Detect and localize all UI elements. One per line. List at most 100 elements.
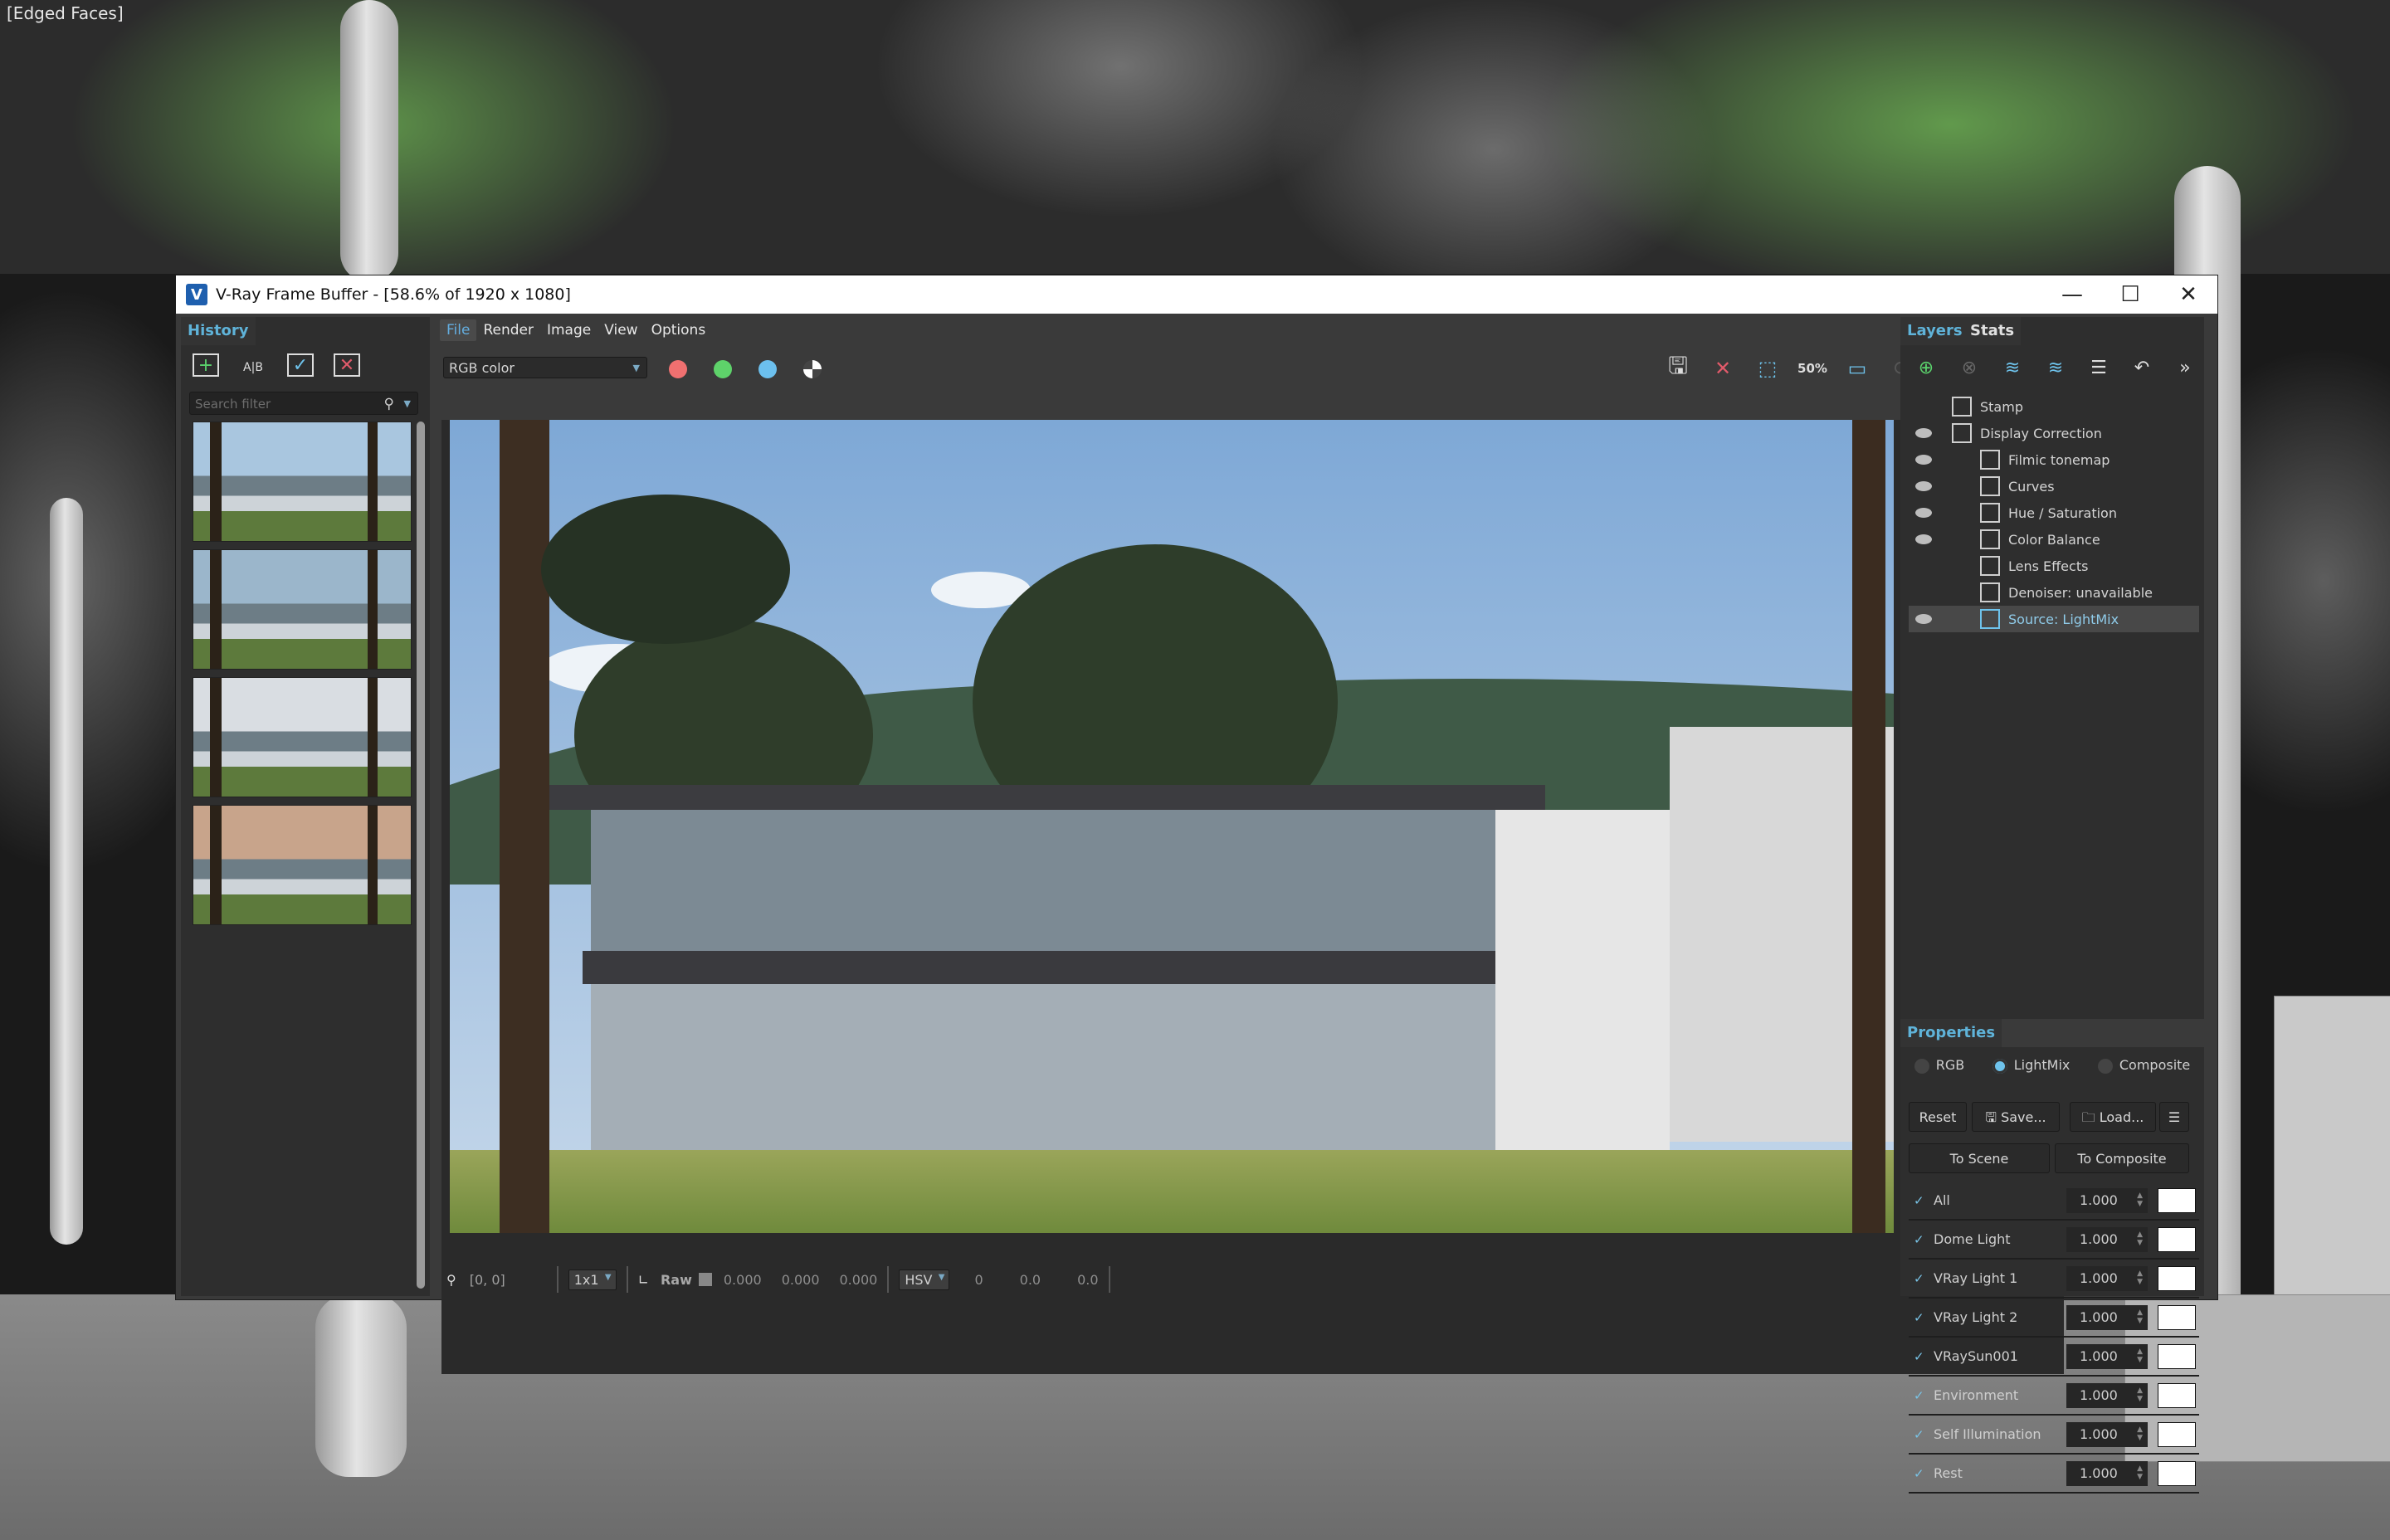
layer-item[interactable]: Lens Effects [1909,553,2199,579]
layer-list-icon[interactable]: ☰ [2085,353,2113,382]
search-icon[interactable]: ⚲ [384,392,394,416]
close-button[interactable]: ✕ [2159,275,2217,314]
save-image-icon[interactable]: 🖫 [1661,352,1695,385]
light-intensity-input[interactable]: 1.000 ▲ ▼ [2066,1304,2148,1330]
viewport-label[interactable]: [Edged Faces] [7,3,124,23]
region-render-icon[interactable]: ⬚ [1751,352,1784,385]
light-enabled-checkbox[interactable]: ✓ [1914,1233,1927,1246]
load-layers-icon[interactable]: ≋ [2041,353,2070,382]
remove-history-icon[interactable]: ✕ [334,353,360,377]
menu-image[interactable]: Image [540,319,598,341]
tab-properties[interactable]: Properties [1900,1019,2002,1047]
follow-mouse-icon[interactable]: ▭ [1841,352,1874,385]
tab-layers[interactable]: Layers [1900,317,1969,345]
light-intensity-input[interactable]: 1.000 ▲ ▼ [2066,1382,2148,1408]
history-thumbnail-1[interactable] [193,422,412,542]
radio-icon[interactable] [2097,1058,2113,1074]
radio-icon[interactable] [1914,1058,1929,1074]
mode-radio-composite[interactable]: Composite [2097,1057,2190,1074]
chevron-down-icon[interactable]: ▼ [404,392,411,416]
eye-icon[interactable] [1915,455,1932,465]
light-color-swatch[interactable] [2158,1265,2196,1291]
light-enabled-checkbox[interactable]: ✓ [1914,1428,1927,1441]
light-enabled-checkbox[interactable]: ✓ [1914,1311,1927,1324]
history-search-input[interactable]: Search filter ⚲ ▼ [189,392,418,415]
spinner-icon[interactable]: ▲ ▼ [2137,1464,2143,1481]
clear-image-icon[interactable]: ✕ [1706,352,1739,385]
color-correction-icon[interactable]: ∟ [638,1272,649,1288]
history-thumbnail-3[interactable] [193,677,412,797]
light-color-swatch[interactable] [2158,1421,2196,1447]
menu-file[interactable]: File [440,319,477,341]
add-to-history-icon[interactable]: + [193,353,219,377]
light-enabled-checkbox[interactable]: ✓ [1914,1389,1927,1402]
layer-item[interactable]: Color Balance [1909,526,2199,553]
load-button[interactable]: 🗀 Load... [2070,1102,2156,1132]
rendered-image[interactable] [450,420,1894,1233]
save-button[interactable]: 🖫 Save... [1972,1102,2060,1132]
add-layer-icon[interactable]: ⊕ [1912,353,1940,382]
spinner-icon[interactable]: ▲ ▼ [2137,1309,2143,1325]
undo-icon[interactable]: ↶ [2128,353,2156,382]
eye-icon[interactable] [1915,481,1932,491]
alpha-channel-toggle[interactable] [803,360,822,378]
light-color-swatch[interactable] [2158,1460,2196,1486]
radio-icon[interactable] [1992,1058,2007,1074]
green-channel-toggle[interactable] [714,360,732,378]
zoom-level-button[interactable]: 50% [1796,352,1829,385]
layer-item[interactable]: Denoiser: unavailable [1909,579,2199,606]
blue-channel-toggle[interactable] [758,360,777,378]
light-enabled-checkbox[interactable]: ✓ [1914,1350,1927,1363]
light-intensity-input[interactable]: 1.000 ▲ ▼ [2066,1265,2148,1291]
spinner-icon[interactable]: ▲ ▼ [2137,1386,2143,1403]
expand-panel-icon[interactable]: » [2171,353,2199,382]
save-layers-icon[interactable]: ≋ [1998,353,2027,382]
light-enabled-checkbox[interactable]: ✓ [1914,1467,1927,1480]
menu-view[interactable]: View [598,319,644,341]
eye-icon[interactable] [1915,508,1932,518]
light-enabled-checkbox[interactable]: ✓ [1914,1272,1927,1285]
spinner-icon[interactable]: ▲ ▼ [2137,1348,2143,1364]
light-color-swatch[interactable] [2158,1187,2196,1213]
spinner-icon[interactable]: ▲ ▼ [2137,1270,2143,1286]
sample-size-select[interactable]: 1x1 ▼ [568,1269,617,1290]
layer-item[interactable]: Curves [1909,473,2199,500]
layer-item[interactable]: Source: LightMix [1909,606,2199,632]
tab-history[interactable]: History [181,317,256,345]
light-intensity-input[interactable]: 1.000 ▲ ▼ [2066,1421,2148,1447]
light-color-swatch[interactable] [2158,1382,2196,1408]
spinner-icon[interactable]: ▲ ▼ [2137,1192,2143,1208]
menu-options[interactable]: Options [645,319,713,341]
to-composite-button[interactable]: To Composite [2055,1143,2189,1173]
layer-item[interactable]: Hue / Saturation [1909,500,2199,526]
eye-icon[interactable] [1915,534,1932,544]
light-enabled-checkbox[interactable]: ✓ [1914,1194,1927,1207]
light-color-swatch[interactable] [2158,1226,2196,1252]
light-intensity-input[interactable]: 1.000 ▲ ▼ [2066,1226,2148,1252]
maximize-button[interactable]: ☐ [2101,275,2159,314]
title-bar[interactable]: V V-Ray Frame Buffer - [58.6% of 1920 x … [176,275,2217,314]
compare-ab-icon[interactable]: A|B [239,353,267,382]
light-intensity-input[interactable]: 1.000 ▲ ▼ [2066,1460,2148,1486]
eye-icon[interactable] [1915,614,1932,624]
light-intensity-input[interactable]: 1.000 ▲ ▼ [2066,1187,2148,1213]
layer-item[interactable]: Filmic tonemap [1909,446,2199,473]
history-thumbnail-4[interactable] [193,805,412,925]
minimize-button[interactable]: — [2043,275,2101,314]
light-color-swatch[interactable] [2158,1343,2196,1369]
spinner-icon[interactable]: ▲ ▼ [2137,1231,2143,1247]
mode-radio-lightmix[interactable]: LightMix [1992,1057,2070,1074]
light-intensity-input[interactable]: 1.000 ▲ ▼ [2066,1343,2148,1369]
channel-select[interactable]: RGB color ▼ [443,357,647,378]
pixel-lock-icon[interactable]: ⚲ [446,1272,456,1288]
mode-radio-rgb[interactable]: RGB [1914,1057,1964,1074]
layer-item[interactable]: Stamp [1909,393,2199,420]
to-scene-button[interactable]: To Scene [1909,1143,2050,1173]
history-scrollbar[interactable] [417,422,425,1289]
red-channel-toggle[interactable] [669,360,687,378]
layer-item[interactable]: Display Correction [1909,420,2199,446]
reset-button[interactable]: Reset [1909,1102,1967,1132]
light-color-swatch[interactable] [2158,1304,2196,1330]
tab-stats[interactable]: Stats [1963,317,2022,345]
load-history-icon[interactable]: ✓ [287,353,314,377]
